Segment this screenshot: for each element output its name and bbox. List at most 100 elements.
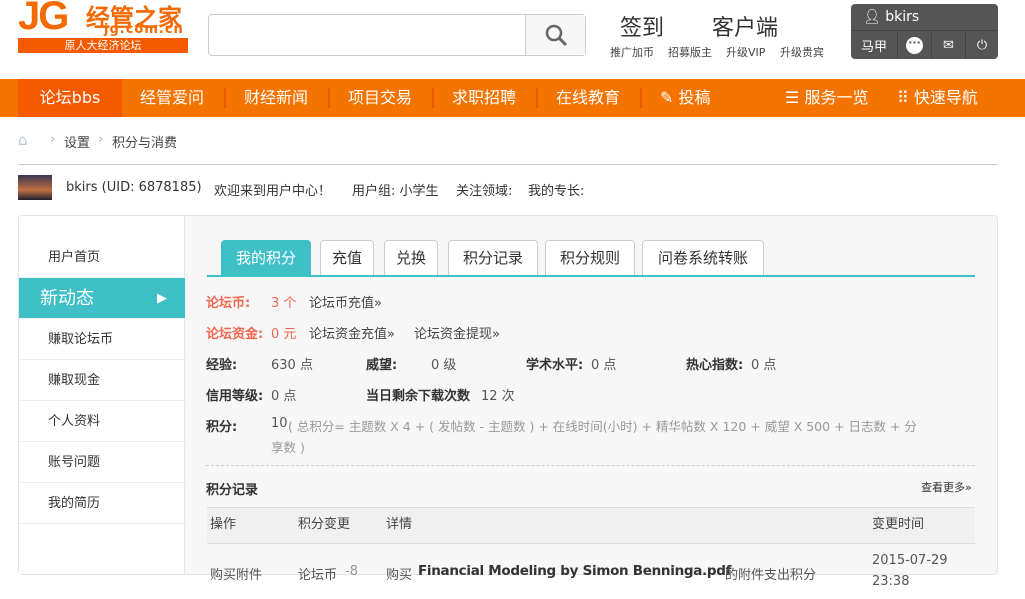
user-icon: 👤︎ xyxy=(863,9,881,25)
sidebar-item-resume[interactable]: 我的简历 xyxy=(19,483,185,524)
tab-recharge[interactable]: 充值 xyxy=(320,240,374,275)
tab-exchange[interactable]: 兑换 xyxy=(384,240,438,275)
home-icon[interactable]: ⌂ xyxy=(18,131,28,149)
row-detail-suffix: 的附件支出积分 xyxy=(725,568,817,583)
row-date: 2015-07-29 xyxy=(872,553,948,568)
fund-withdraw-link[interactable]: 论坛资金提现» xyxy=(414,323,500,342)
nav-bbs[interactable]: 论坛bbs xyxy=(18,79,122,117)
nav-divider xyxy=(328,88,330,108)
col-time: 变更时间 xyxy=(872,517,925,532)
academic-value: 0 点 xyxy=(591,358,617,373)
pencil-icon: ✎ xyxy=(660,88,674,107)
user-box: 👤︎ bkirs 马甲 ··· ✉ ⏻ xyxy=(851,4,998,59)
nav-trade[interactable]: 项目交易 xyxy=(348,79,412,117)
nav-jobs[interactable]: 求职招聘 xyxy=(452,79,516,117)
mail-icon: ✉ xyxy=(943,38,954,53)
score-formula-cont: 享数 ) xyxy=(271,440,305,455)
fund-value: 0 元 xyxy=(271,327,297,342)
prestige-value: 0 级 xyxy=(431,358,457,373)
welcome-text: 欢迎来到用户中心！ xyxy=(214,184,332,199)
nav-edu[interactable]: 在线教育 xyxy=(556,79,620,117)
breadcrumb-settings[interactable]: 设置 xyxy=(64,132,90,151)
sidebar-item-account[interactable]: 账号问题 xyxy=(19,442,185,483)
tab-log[interactable]: 积分记录 xyxy=(448,240,538,275)
focus-label: 关注领域: xyxy=(456,184,513,199)
sidebar: 用户首页 新动态 ▶ 赚取论坛币 赚取现金 个人资料 账号问题 我的简历 xyxy=(19,216,185,574)
exp-value: 630 点 xyxy=(271,358,313,373)
breadcrumb-current: 积分与消费 xyxy=(112,136,178,151)
avatar[interactable] xyxy=(18,175,52,200)
client-link[interactable]: 客户端 xyxy=(712,10,778,42)
fund-recharge-link[interactable]: 论坛资金充值» xyxy=(309,323,395,342)
grid-icon: ⠿ xyxy=(897,88,909,107)
sidebar-item-feed[interactable]: 新动态 ▶ xyxy=(19,278,185,319)
moderator-link[interactable]: 招募版主 xyxy=(668,44,712,60)
site-logo[interactable]: JG 经管之家 jg.com.cn 原人大经济论坛 xyxy=(18,0,188,53)
credit-label: 信用等级: xyxy=(206,389,264,404)
logout-button[interactable]: ⏻ xyxy=(965,32,998,59)
nav-submit[interactable]: ✎ 投稿 xyxy=(660,79,711,117)
downloads-value: 12 次 xyxy=(481,389,515,404)
nav-news[interactable]: 财经新闻 xyxy=(244,79,308,117)
tab-transfer[interactable]: 问卷系统转账 xyxy=(642,240,764,275)
nav-quick[interactable]: ⠿ 快速导航 xyxy=(897,79,978,117)
row-action: 购买附件 xyxy=(210,568,263,583)
list-icon: ☰ xyxy=(785,88,800,107)
divider xyxy=(18,164,998,165)
profile-name: bkirs (UID: 6878185) xyxy=(66,180,202,195)
search-button[interactable] xyxy=(525,15,585,55)
enthusiasm-value: 0 点 xyxy=(751,358,777,373)
row-change-type: 论坛币 xyxy=(298,568,338,583)
vip-link[interactable]: 升级VIP xyxy=(726,44,765,60)
divider xyxy=(206,465,975,466)
exp-label: 经验: xyxy=(206,358,238,373)
view-more-link[interactable]: 查看更多» xyxy=(921,479,972,495)
mail-button[interactable]: ✉ xyxy=(931,32,965,59)
log-title: 积分记录 xyxy=(206,483,259,498)
nav-divider xyxy=(640,88,642,108)
sidebar-item-earn-cash[interactable]: 赚取现金 xyxy=(19,360,185,401)
messages-button[interactable]: ··· xyxy=(897,32,931,59)
arrow-right-icon: ▶ xyxy=(157,291,167,306)
checkin-link[interactable]: 签到 xyxy=(620,10,664,42)
score-value: 10 xyxy=(271,416,288,431)
nav-divider xyxy=(536,88,538,108)
coin-label: 论坛币: xyxy=(206,296,251,311)
guest-link[interactable]: 升级贵宾 xyxy=(780,44,824,60)
majia-button[interactable]: 马甲 xyxy=(851,32,897,59)
col-action: 操作 xyxy=(210,517,237,532)
col-detail: 详情 xyxy=(386,517,413,532)
fund-label: 论坛资金: xyxy=(206,327,264,342)
score-formula: ( 总积分= 主题数 X 4 + ( 发帖数 - 主题数 ) + 在线时间(小时… xyxy=(288,419,917,434)
power-icon: ⏻ xyxy=(976,38,988,53)
tab-my-points[interactable]: 我的积分 xyxy=(221,240,311,275)
sidebar-item-profile[interactable]: 个人资料 xyxy=(19,401,185,442)
sidebar-item-earn-coins[interactable]: 赚取论坛币 xyxy=(19,319,185,360)
sidebar-item-home[interactable]: 用户首页 xyxy=(19,237,185,278)
coin-value: 3 个 xyxy=(271,296,297,311)
user-menu[interactable]: 👤︎ bkirs xyxy=(851,4,998,31)
expertise-label: 我的专长: xyxy=(528,184,585,199)
promo-link[interactable]: 推广加币 xyxy=(610,44,654,60)
user-group: 用户组: 小学生 xyxy=(352,184,439,199)
search-icon xyxy=(545,24,567,47)
credit-value: 0 点 xyxy=(271,389,297,404)
chat-icon: ··· xyxy=(906,37,923,54)
prestige-label: 威望: xyxy=(366,358,398,373)
downloads-label: 当日剩余下载次数 xyxy=(366,389,471,404)
nav-divider xyxy=(432,88,434,108)
row-change-amount: -8 xyxy=(345,564,358,579)
row-detail-file-link[interactable]: Financial Modeling by Simon Benninga.pdf xyxy=(418,563,731,579)
score-label: 积分: xyxy=(206,420,238,435)
row-detail-prefix: 购买 xyxy=(386,568,413,583)
row-time: 23:38 xyxy=(872,574,910,589)
nav-services[interactable]: ☰ 服务一览 xyxy=(785,79,868,117)
coin-recharge-link[interactable]: 论坛币充值» xyxy=(309,292,382,311)
nav-divider xyxy=(224,88,226,108)
nav-ask[interactable]: 经管爱问 xyxy=(140,79,204,117)
search-input[interactable] xyxy=(209,15,525,55)
tab-underline xyxy=(207,275,975,277)
tab-rules[interactable]: 积分规则 xyxy=(545,240,635,275)
col-change: 积分变更 xyxy=(298,517,351,532)
enthusiasm-label: 热心指数: xyxy=(686,358,744,373)
